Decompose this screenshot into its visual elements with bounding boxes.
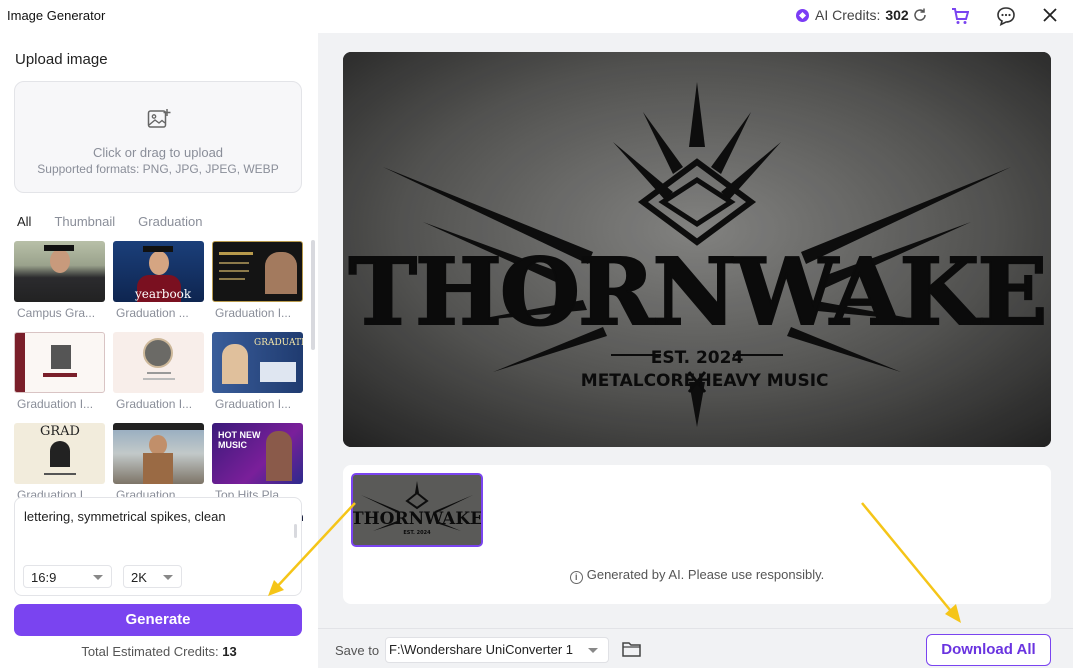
save-path-value: F:\Wondershare UniConverter 1 xyxy=(389,642,574,657)
tab-graduation[interactable]: Graduation xyxy=(138,214,202,229)
template-tabs: All Thumbnail Graduation xyxy=(17,214,225,229)
logo-tagline-left: METALCORE xyxy=(581,371,695,391)
result-thumbnail-image: THORNWAKE EST. 2024 xyxy=(353,475,481,545)
info-icon: i xyxy=(569,571,583,584)
template-label: Graduation ... xyxy=(116,306,189,320)
aspect-ratio-select[interactable]: 16:9 xyxy=(23,565,112,588)
total-estimated-credits: Total Estimated Credits: 13 xyxy=(0,644,318,659)
generated-image-preview: THORNWAKE EST. 2024 METALCORE HEAVY MUSI… xyxy=(343,52,1051,447)
chevron-down-icon xyxy=(588,648,598,653)
refresh-icon[interactable] xyxy=(912,7,928,23)
bottom-bar: Save to F:\Wondershare UniConverter 1 Do… xyxy=(318,628,1073,668)
logo-established: EST. 2024 xyxy=(651,348,744,368)
prompt-scrollbar[interactable] xyxy=(294,524,297,538)
template-label: Graduation I... xyxy=(215,306,292,320)
template-overlay-text: yearbook xyxy=(135,287,192,301)
result-logo-title: THORNWAKE xyxy=(353,509,481,529)
download-all-button[interactable]: Download All xyxy=(926,634,1051,666)
save-path-select[interactable]: F:\Wondershare UniConverter 1 xyxy=(385,637,609,663)
logo-tagline-right: HEAVY MUSIC xyxy=(698,371,829,391)
disclaimer-text: Generated by AI. Please use responsibly. xyxy=(586,567,825,582)
upload-title: Upload image xyxy=(15,51,108,68)
template-thumb[interactable] xyxy=(14,332,105,393)
template-label: Campus Gra... xyxy=(17,306,96,320)
prompt-box[interactable]: lettering, symmetrical spikes, clean 16:… xyxy=(14,497,302,596)
ai-disclaimer: i Generated by AI. Please use responsibly… xyxy=(343,567,1051,584)
results-panel: THORNWAKE EST. 2024 i Generated by AI. Pl… xyxy=(343,465,1051,604)
cart-icon[interactable] xyxy=(951,7,969,25)
template-overlay-text: HOT NEW MUSIC xyxy=(218,430,261,450)
template-thumb[interactable] xyxy=(14,241,105,302)
credits-icon xyxy=(796,8,809,22)
template-thumb[interactable] xyxy=(212,241,303,302)
template-gallery: Campus Gra... yearbook Graduation ... Gr… xyxy=(14,241,306,521)
app-title: Image Generator xyxy=(7,8,106,23)
template-thumb[interactable] xyxy=(113,423,204,484)
result-logo-est: EST. 2024 xyxy=(403,530,431,536)
ai-credits: AI Credits: 302 xyxy=(796,7,909,23)
upload-dropzone[interactable]: Click or drag to upload Supported format… xyxy=(14,81,302,193)
template-label: Graduation I... xyxy=(215,397,292,411)
template-thumb[interactable] xyxy=(113,332,204,393)
generate-button[interactable]: Generate xyxy=(14,604,302,636)
tab-all[interactable]: All xyxy=(17,214,31,229)
feedback-icon[interactable] xyxy=(996,6,1016,26)
prompt-input[interactable]: lettering, symmetrical spikes, clean xyxy=(24,509,226,524)
total-credits-label: Total Estimated Credits: xyxy=(81,644,219,659)
template-overlay-text: GRAD xyxy=(40,424,80,439)
resolution-select[interactable]: 2K xyxy=(123,565,182,588)
logo-title: THORNWAKE xyxy=(349,238,1046,346)
gallery-scrollbar[interactable] xyxy=(311,240,315,350)
credits-label: AI Credits: xyxy=(815,7,881,23)
resolution-value: 2K xyxy=(131,570,147,585)
chevron-down-icon xyxy=(163,575,173,580)
template-overlay-text: GRADUATION xyxy=(254,338,303,348)
supported-formats: Supported formats: PNG, JPG, JPEG, WEBP xyxy=(37,162,279,176)
close-icon[interactable] xyxy=(1042,7,1058,23)
template-label: Graduation I... xyxy=(17,397,94,411)
credits-value: 302 xyxy=(885,7,909,23)
result-thumbnail[interactable]: THORNWAKE EST. 2024 xyxy=(351,473,483,547)
template-thumb[interactable]: yearbook xyxy=(113,241,204,302)
upload-hint: Click or drag to upload xyxy=(92,145,224,160)
template-label: Graduation I... xyxy=(116,397,193,411)
save-to-label: Save to xyxy=(335,643,380,658)
title-bar: Image Generator AI Credits: 302 xyxy=(0,0,1073,33)
folder-icon[interactable] xyxy=(622,641,641,657)
aspect-ratio-value: 16:9 xyxy=(31,570,57,585)
add-image-icon xyxy=(147,109,171,128)
thornwake-logo-image: THORNWAKE EST. 2024 METALCORE HEAVY MUSI… xyxy=(343,52,1051,447)
total-credits-value: 13 xyxy=(222,644,237,659)
template-thumb[interactable]: HOT NEW MUSIC xyxy=(212,423,303,484)
left-panel: Upload image Click or drag to upload Sup… xyxy=(0,33,318,668)
template-thumb[interactable]: GRAD xyxy=(14,423,105,484)
tab-thumbnail[interactable]: Thumbnail xyxy=(54,214,115,229)
chevron-down-icon xyxy=(93,575,103,580)
template-thumb[interactable]: GRADUATION xyxy=(212,332,303,393)
